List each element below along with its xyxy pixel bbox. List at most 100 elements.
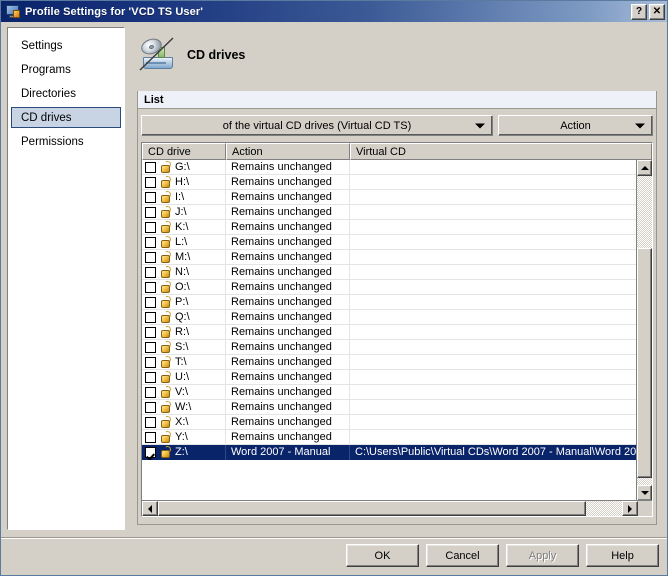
table-row[interactable]: M:\Remains unchanged [142,250,652,265]
cell-cd-drive: U:\ [142,370,226,385]
vertical-scroll-thumb[interactable] [637,248,652,478]
table-row[interactable]: R:\Remains unchanged [142,325,652,340]
cell-action: Remains unchanged [226,280,350,295]
cell-action: Remains unchanged [226,175,350,190]
action-dropdown[interactable]: Action [498,115,653,136]
cell-cd-drive: R:\ [142,325,226,340]
horizontal-scroll-track[interactable] [158,501,638,516]
row-checkbox[interactable] [145,417,156,428]
table-row[interactable]: U:\Remains unchanged [142,370,652,385]
sidebar-item-label: Permissions [21,136,84,148]
cell-virtual-cd [350,250,652,265]
vertical-scrollbar[interactable] [636,160,652,501]
row-checkbox[interactable] [145,207,156,218]
table-row[interactable]: L:\Remains unchanged [142,235,652,250]
table-row[interactable]: O:\Remains unchanged [142,280,652,295]
sidebar-item-label: Settings [21,40,63,52]
row-checkbox[interactable] [145,387,156,398]
cell-action: Remains unchanged [226,385,350,400]
cd-drives-listview[interactable]: CD drive Action Virtual CD G:\Remains un… [141,142,653,517]
row-checkbox[interactable] [145,282,156,293]
title-bar[interactable]: Profile Settings for 'VCD TS User' ? ✕ [1,1,668,22]
table-row[interactable]: H:\Remains unchanged [142,175,652,190]
scroll-right-button[interactable] [622,501,638,516]
table-row[interactable]: P:\Remains unchanged [142,295,652,310]
horizontal-scrollbar[interactable] [142,500,653,516]
sidebar-item-label: Directories [21,88,76,100]
row-checkbox[interactable] [145,432,156,443]
table-row[interactable]: Y:\Remains unchanged [142,430,652,445]
window-title: Profile Settings for 'VCD TS User' [25,6,203,18]
cell-cd-drive: Q:\ [142,310,226,325]
sidebar-item-directories[interactable]: Directories [11,83,121,104]
cancel-button[interactable]: Cancel [426,544,499,567]
ok-button[interactable]: OK [346,544,419,567]
row-checkbox[interactable] [145,252,156,263]
sidebar-item-cd-drives[interactable]: CD drives [11,107,121,128]
row-checkbox[interactable] [145,342,156,353]
help-icon-button[interactable]: ? [631,4,647,20]
row-checkbox[interactable] [145,372,156,383]
cell-cd-drive: Z:\ [142,445,226,460]
table-row[interactable]: I:\Remains unchanged [142,190,652,205]
drive-letter-label: T:\ [175,356,187,368]
sidebar-item-programs[interactable]: Programs [11,59,121,80]
cell-cd-drive: P:\ [142,295,226,310]
table-row[interactable]: J:\Remains unchanged [142,205,652,220]
table-row[interactable]: G:\Remains unchanged [142,160,652,175]
cd-drive-lock-icon [159,221,172,233]
row-checkbox[interactable] [145,297,156,308]
cell-virtual-cd [350,310,652,325]
table-row[interactable]: Q:\Remains unchanged [142,310,652,325]
triangle-right-icon [628,505,632,513]
scroll-down-button[interactable] [637,485,652,501]
help-button[interactable]: Help [586,544,659,567]
table-row[interactable]: Z:\Word 2007 - ManualC:\Users\Public\Vir… [142,445,652,460]
table-row[interactable]: T:\ Remains unchanged [142,355,652,370]
table-row[interactable]: N:\Remains unchanged [142,265,652,280]
cd-drive-lock-icon [159,371,172,383]
row-checkbox[interactable] [145,327,156,338]
column-header-action[interactable]: Action [226,143,350,160]
row-checkbox[interactable] [145,177,156,188]
row-checkbox[interactable] [145,312,156,323]
column-header-cd-drive[interactable]: CD drive [142,143,226,160]
cell-action: Remains unchanged [226,355,350,370]
table-row[interactable]: V:\ Remains unchanged [142,385,652,400]
row-checkbox[interactable] [145,267,156,278]
table-row[interactable]: S:\Remains unchanged [142,340,652,355]
drive-letter-label: M:\ [175,251,190,263]
content-pane: CD drives List of the virtual CD drives … [131,27,663,530]
row-checkbox[interactable] [145,222,156,233]
drive-letter-label: Y:\ [175,431,188,443]
drive-letter-label: K:\ [175,221,188,233]
drive-letter-label: Q:\ [175,311,190,323]
drive-source-dropdown[interactable]: of the virtual CD drives (Virtual CD TS) [141,115,493,136]
scroll-up-button[interactable] [637,160,652,176]
table-row[interactable]: X:\Remains unchanged [142,415,652,430]
cell-virtual-cd [350,265,652,280]
drive-letter-label: L:\ [175,236,187,248]
table-row[interactable]: K:\Remains unchanged [142,220,652,235]
close-icon-button[interactable]: ✕ [649,4,665,20]
sidebar-item-permissions[interactable]: Permissions [11,131,121,152]
vertical-scroll-track[interactable] [637,176,652,485]
row-checkbox[interactable] [145,162,156,173]
row-checkbox[interactable] [145,192,156,203]
cell-action: Remains unchanged [226,190,350,205]
sidebar-item-settings[interactable]: Settings [11,35,121,56]
cd-drive-lock-icon [159,431,172,443]
row-checkbox[interactable] [145,237,156,248]
row-checkbox[interactable] [145,357,156,368]
cell-virtual-cd [350,415,652,430]
scroll-left-button[interactable] [142,501,158,516]
horizontal-scroll-thumb[interactable] [158,501,586,516]
drive-letter-label: V:\ [175,386,188,398]
drive-letter-label: R:\ [175,326,189,338]
cell-virtual-cd [350,400,652,415]
drive-letter-label: J:\ [175,206,187,218]
row-checkbox[interactable] [145,447,156,458]
table-row[interactable]: W:\Remains unchanged [142,400,652,415]
column-header-virtual-cd[interactable]: Virtual CD [350,143,652,160]
row-checkbox[interactable] [145,402,156,413]
